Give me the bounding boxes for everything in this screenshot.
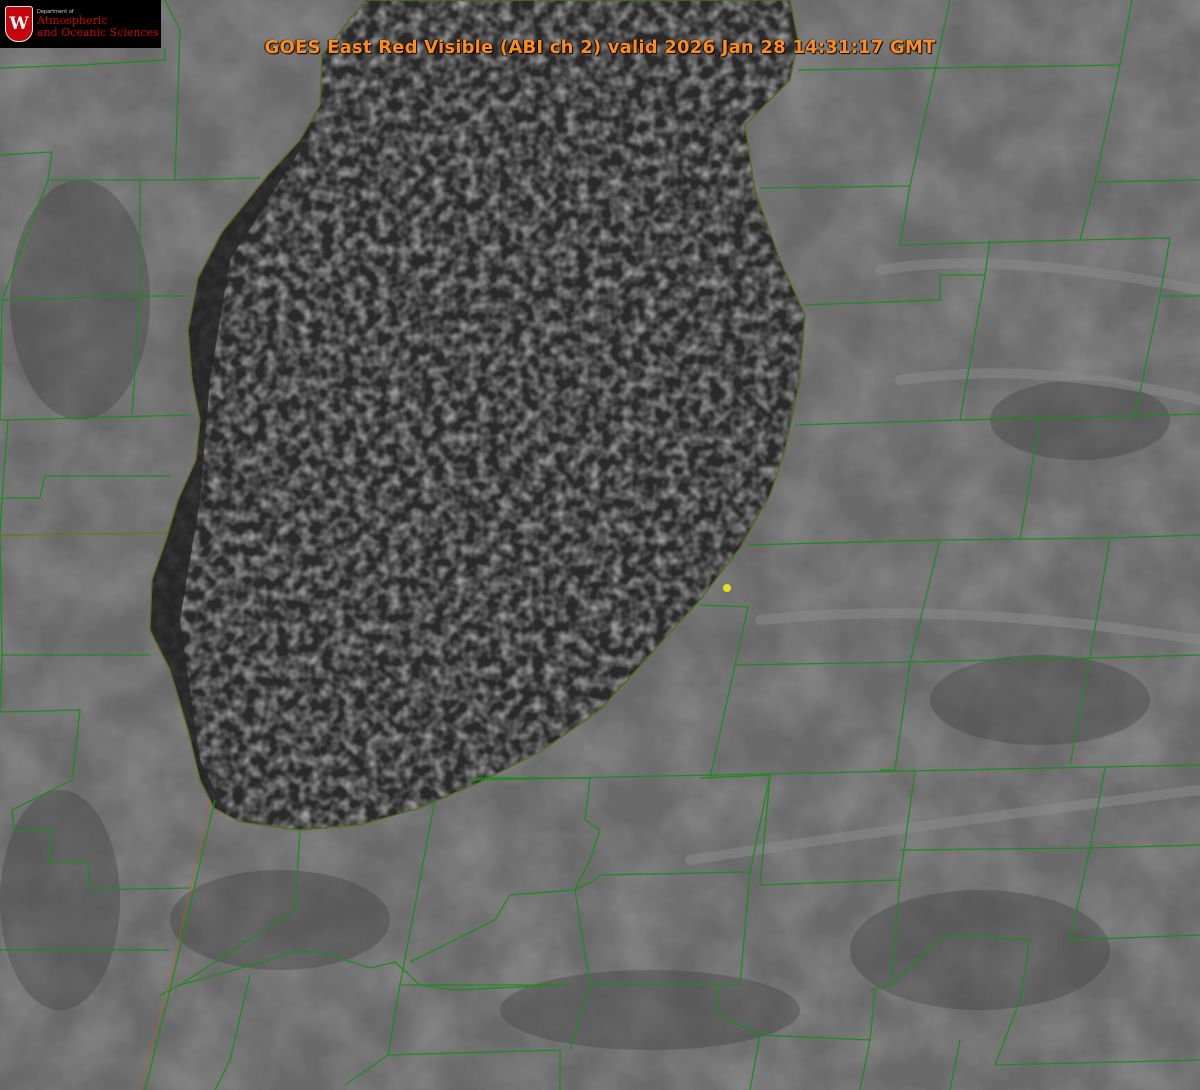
image-title: GOES East Red Visible (ABI ch 2) valid 2… — [264, 37, 936, 58]
station-marker — [723, 584, 731, 592]
satellite-map: W Department of Atmospheric and Oceanic … — [0, 0, 1200, 1090]
logo-line1: Atmospheric — [37, 14, 108, 28]
logo-text: Department of Atmospheric and Oceanic Sc… — [37, 9, 159, 38]
map-canvas — [0, 0, 1200, 1090]
